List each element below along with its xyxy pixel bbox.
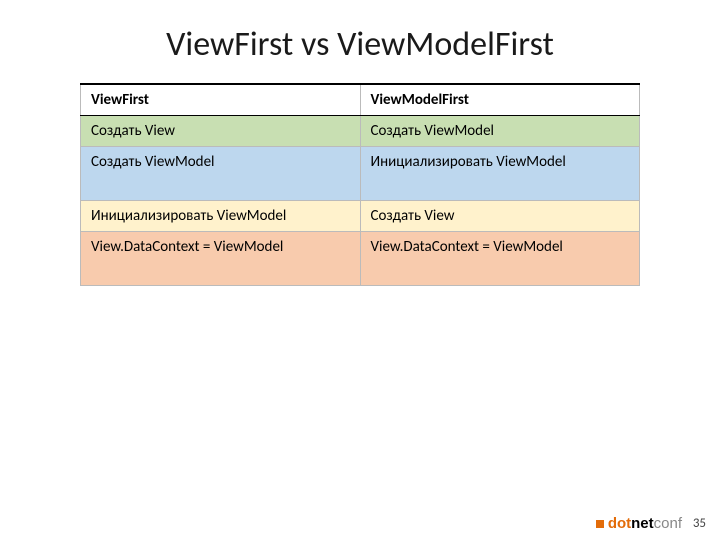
table-row: View.DataContext = ViewModel View.DataCo…	[81, 232, 640, 286]
cell: View.DataContext = ViewModel	[360, 232, 640, 286]
cell: Инициализировать ViewModel	[81, 201, 361, 232]
table-row: Создать View Создать ViewModel	[81, 116, 640, 147]
table-header-row: ViewFirst ViewModelFirst	[81, 84, 640, 116]
logo-net: net	[631, 515, 654, 532]
cell: Инициализировать ViewModel	[360, 147, 640, 201]
cell: Создать ViewModel	[81, 147, 361, 201]
logo-dot: dot	[608, 515, 631, 532]
comparison-table: ViewFirst ViewModelFirst Создать View Со…	[80, 83, 640, 286]
logo-conf: conf	[654, 515, 682, 532]
cell: Создать View	[81, 116, 361, 147]
slide-title: ViewFirst vs ViewModelFirst	[0, 0, 720, 83]
header-viewmodelfirst: ViewModelFirst	[360, 84, 640, 116]
logo-square-icon	[596, 520, 604, 528]
page-number: 35	[688, 516, 706, 531]
header-viewfirst: ViewFirst	[81, 84, 361, 116]
cell: Создать ViewModel	[360, 116, 640, 147]
table-row: Создать ViewModel Инициализировать ViewM…	[81, 147, 640, 201]
dotnetconf-logo: dotnetconf	[596, 515, 682, 532]
cell: Создать View	[360, 201, 640, 232]
cell: View.DataContext = ViewModel	[81, 232, 361, 286]
table-row: Инициализировать ViewModel Создать View	[81, 201, 640, 232]
footer: dotnetconf 35	[596, 515, 706, 532]
